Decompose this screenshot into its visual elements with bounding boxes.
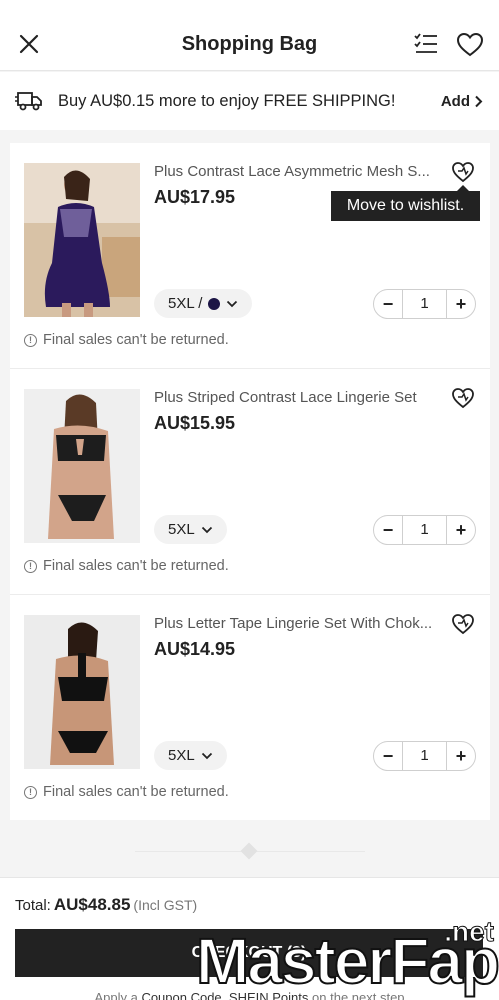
final-sale-note: ! Final sales can't be returned. <box>24 558 229 574</box>
size-selector[interactable]: 5XL <box>154 741 227 770</box>
variant-label: 5XL <box>168 521 195 538</box>
shipping-message: Buy AU$0.15 more to enjoy FREE SHIPPING! <box>58 92 396 110</box>
size-color-selector[interactable]: 5XL / <box>154 289 253 318</box>
quantity-value[interactable]: 1 <box>402 516 447 544</box>
hint-prefix: Apply a <box>94 990 138 1000</box>
quantity-stepper: − 1 + <box>373 741 476 771</box>
chevron-down-icon <box>227 300 238 307</box>
total-tax-note: (Incl GST) <box>133 897 198 913</box>
hint-separator: , <box>221 990 226 1000</box>
hint-suffix: on the next step <box>312 990 405 1000</box>
checklist-icon[interactable] <box>413 32 439 56</box>
move-to-wishlist-icon[interactable] <box>451 613 475 635</box>
product-name[interactable]: Plus Letter Tape Lingerie Set With Chok.… <box>154 615 439 632</box>
decrease-quantity-button[interactable]: − <box>374 742 402 770</box>
total-label: Total: <box>15 897 51 914</box>
cart-list: Plus Contrast Lace Asymmetric Mesh S... … <box>10 143 490 820</box>
quantity-value[interactable]: 1 <box>402 290 447 318</box>
final-sale-note: ! Final sales can't be returned. <box>24 332 229 348</box>
product-price: AU$14.95 <box>154 639 236 659</box>
product-image[interactable] <box>24 615 140 769</box>
total-amount: AU$48.85 <box>53 895 131 914</box>
note-text: Final sales can't be returned. <box>43 558 229 574</box>
increase-quantity-button[interactable]: + <box>447 742 475 770</box>
variant-label: 5XL <box>168 747 195 764</box>
hint-points: SHEIN Points <box>228 990 309 1000</box>
checkout-button[interactable]: CHECKOUT (3) <box>15 929 483 977</box>
add-items-link[interactable]: Add <box>441 93 483 110</box>
increase-quantity-button[interactable]: + <box>447 516 475 544</box>
cart-item: Plus Contrast Lace Asymmetric Mesh S... … <box>10 143 490 369</box>
note-text: Final sales can't be returned. <box>43 332 229 348</box>
coupon-hint: Apply a Coupon Code, SHEIN Points on the… <box>0 990 499 1000</box>
heart-icon[interactable] <box>456 32 484 58</box>
product-image[interactable] <box>24 389 140 543</box>
product-price: AU$17.95 <box>154 187 236 207</box>
hint-coupon: Coupon Code <box>141 990 222 1000</box>
note-text: Final sales can't be returned. <box>43 784 229 800</box>
order-total: Total: AU$48.85 (Incl GST) <box>15 895 197 915</box>
chevron-down-icon <box>201 526 212 533</box>
cart-item: Plus Letter Tape Lingerie Set With Chok.… <box>10 595 490 821</box>
decrease-quantity-button[interactable]: − <box>374 516 402 544</box>
final-sale-note: ! Final sales can't be returned. <box>24 784 229 800</box>
diamond-ornament <box>240 842 258 860</box>
product-name[interactable]: Plus Contrast Lace Asymmetric Mesh S... <box>154 163 439 180</box>
size-selector[interactable]: 5XL <box>154 515 227 544</box>
chevron-right-icon <box>475 95 483 108</box>
chevron-down-icon <box>201 752 212 759</box>
add-label: Add <box>440 93 470 110</box>
quantity-value[interactable]: 1 <box>402 742 447 770</box>
info-icon: ! <box>24 785 37 799</box>
product-image[interactable] <box>24 163 140 317</box>
product-name[interactable]: Plus Striped Contrast Lace Lingerie Set <box>154 389 439 406</box>
decrease-quantity-button[interactable]: − <box>374 290 402 318</box>
info-icon: ! <box>24 559 37 573</box>
variant-label: 5XL / <box>168 295 203 312</box>
checkout-footer: Total: AU$48.85 (Incl GST) CHECKOUT (3) … <box>0 877 499 1000</box>
cart-item: Plus Striped Contrast Lace Lingerie Set … <box>10 369 490 595</box>
wishlist-tooltip: Move to wishlist. <box>331 185 480 221</box>
info-icon: ! <box>24 333 37 347</box>
move-to-wishlist-icon[interactable] <box>451 161 475 183</box>
free-shipping-banner: Buy AU$0.15 more to enjoy FREE SHIPPING!… <box>0 72 499 130</box>
truck-icon <box>15 92 42 111</box>
product-price: AU$15.95 <box>154 413 236 433</box>
increase-quantity-button[interactable]: + <box>447 290 475 318</box>
quantity-stepper: − 1 + <box>373 515 476 545</box>
move-to-wishlist-icon[interactable] <box>451 387 475 409</box>
quantity-stepper: − 1 + <box>373 289 476 319</box>
top-bar: Shopping Bag <box>0 0 499 71</box>
color-swatch <box>208 297 221 310</box>
